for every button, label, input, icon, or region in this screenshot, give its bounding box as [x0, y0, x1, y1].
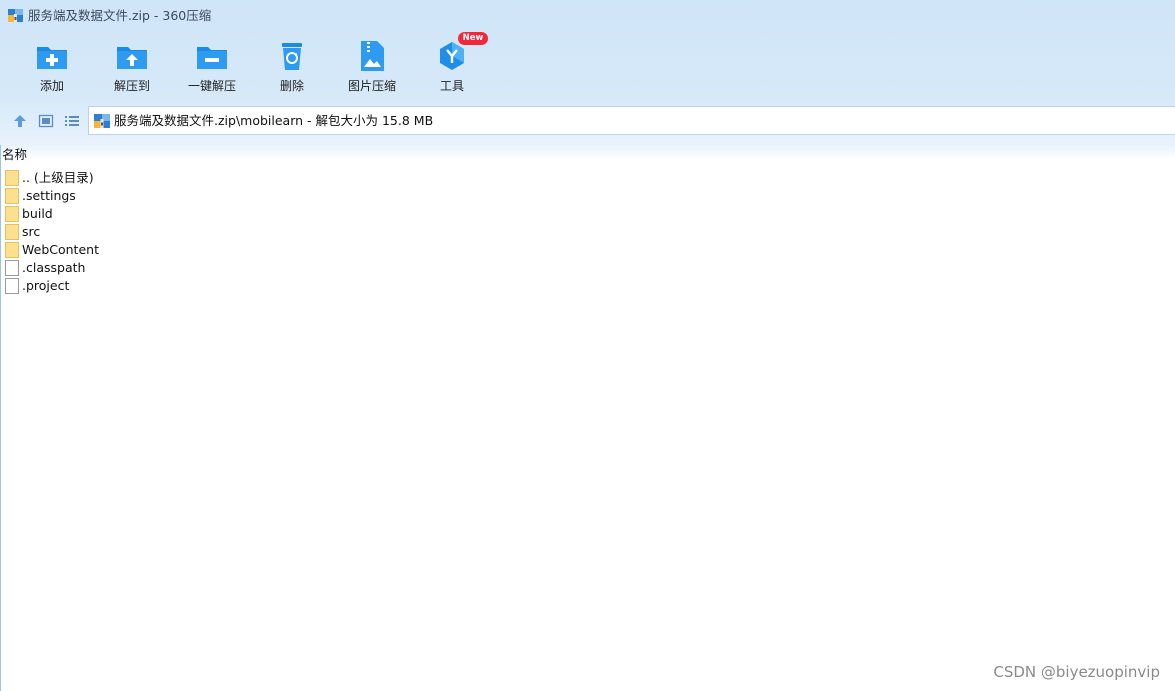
watermark: CSDN @biyezuopinvip [993, 663, 1160, 681]
list-item[interactable]: .project [5, 277, 405, 295]
archive-file-icon [94, 114, 110, 128]
title-bar: 服务端及数据文件.zip - 360压缩 [0, 0, 1175, 32]
up-arrow-icon[interactable] [12, 113, 28, 129]
thumbnail-view-icon[interactable] [38, 113, 54, 129]
folder-icon [5, 224, 19, 240]
delete-label: 删除 [279, 79, 304, 93]
file-icon [5, 260, 19, 276]
image-compress-icon [361, 41, 384, 71]
list-view-icon[interactable] [64, 113, 80, 129]
item-name: .settings [22, 188, 76, 203]
list-item[interactable]: .classpath [5, 259, 405, 277]
folder-icon [5, 242, 19, 258]
add-label: 添加 [39, 79, 64, 93]
item-name: .. (上级目录) [22, 170, 94, 185]
item-name: src [22, 224, 41, 239]
path-bar[interactable]: 服务端及数据文件.zip\mobilearn - 解包大小为 15.8 MB [88, 106, 1175, 135]
extract-to-icon [117, 47, 147, 69]
add-button[interactable]: 添加 [12, 36, 92, 98]
extract-to-button[interactable]: 解压到 [92, 36, 172, 98]
main-toolbar: 添加 解压到 一键解压 删除 图片压缩 New 工具 [0, 32, 1175, 102]
list-item[interactable]: .. (上级目录) [5, 169, 405, 187]
delete-button[interactable]: 删除 [252, 36, 332, 98]
file-list: 名称 .. (上级目录) .settings build src WebCont… [0, 145, 1175, 691]
image-compress-button[interactable]: 图片压缩 [332, 36, 412, 98]
window-title: 服务端及数据文件.zip - 360压缩 [28, 8, 212, 23]
list-item[interactable]: WebContent [5, 241, 405, 259]
navigation-bar: 服务端及数据文件.zip\mobilearn - 解包大小为 15.8 MB [0, 106, 1175, 136]
list-item[interactable]: build [5, 205, 405, 223]
folder-icon [5, 170, 19, 186]
item-name: .project [22, 278, 70, 293]
one-click-extract-icon [197, 47, 227, 69]
tools-button[interactable]: New 工具 [412, 32, 492, 98]
item-name: WebContent [22, 242, 99, 257]
column-header-name[interactable]: 名称 [2, 147, 27, 163]
app-window: 服务端及数据文件.zip - 360压缩 添加 解压到 一键解压 删除 图片压缩… [0, 0, 1175, 691]
item-name: .classpath [22, 260, 86, 275]
folder-icon [5, 188, 19, 204]
image-compress-label: 图片压缩 [347, 79, 396, 93]
new-badge: New [458, 32, 488, 45]
item-name: build [22, 206, 53, 221]
list-item[interactable]: src [5, 223, 405, 241]
list-item[interactable]: .settings [5, 187, 405, 205]
folder-icon [5, 206, 19, 222]
tools-label: 工具 [439, 79, 464, 93]
extract-to-label: 解压到 [113, 79, 150, 93]
one-click-extract-label: 一键解压 [187, 79, 236, 93]
recycle-bin-icon [282, 43, 302, 70]
file-icon [5, 278, 19, 294]
path-text: 服务端及数据文件.zip\mobilearn - 解包大小为 15.8 MB [114, 113, 434, 128]
archive-app-icon [8, 9, 23, 22]
one-click-extract-button[interactable]: 一键解压 [172, 36, 252, 98]
add-folder-icon [37, 47, 67, 69]
